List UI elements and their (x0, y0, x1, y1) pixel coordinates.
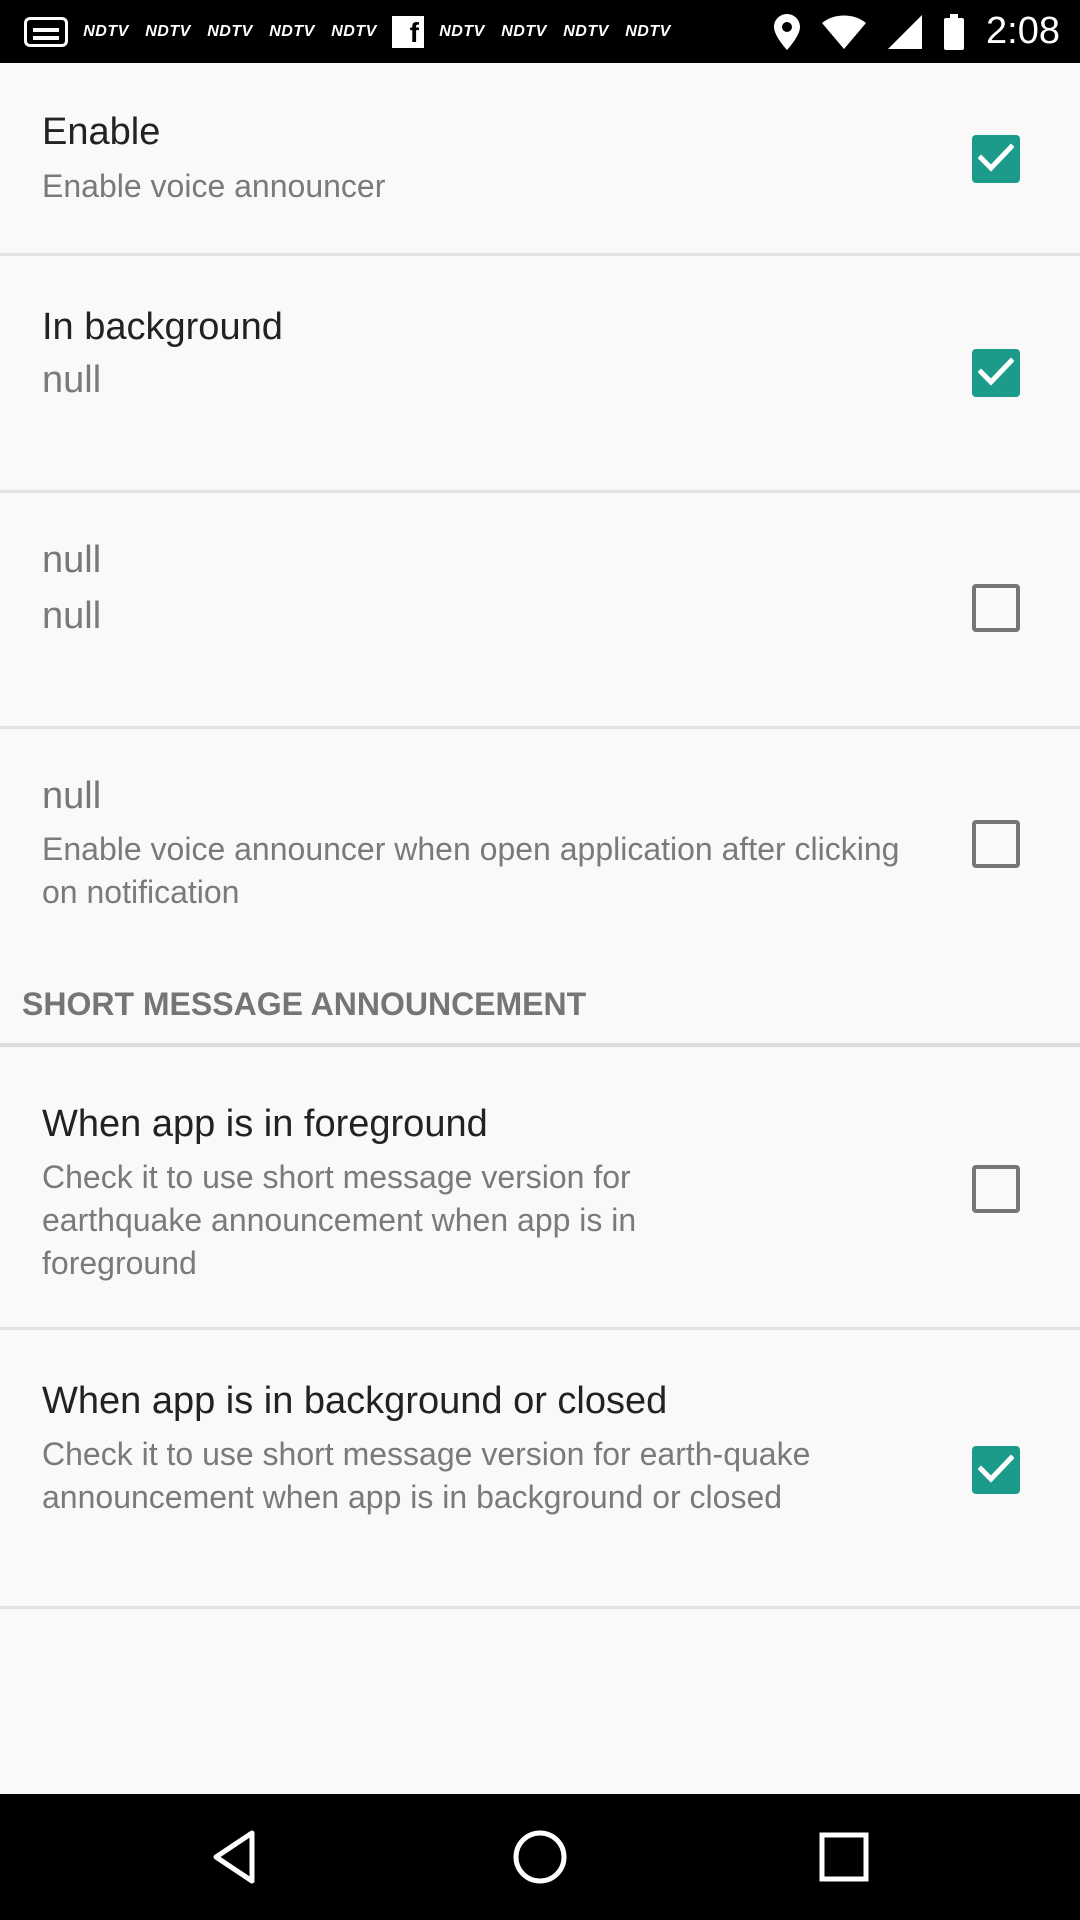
home-icon[interactable] (510, 1827, 570, 1887)
ndtv-notification-icon: NDTV (269, 22, 315, 40)
clock: 2:08 (986, 10, 1060, 52)
preference-summary: Check it to use short message version fo… (42, 1159, 637, 1281)
ndtv-notification-icon: NDTV (501, 22, 547, 40)
ndtv-notification-icon: NDTV (625, 22, 671, 40)
ndtv-notification-icon: NDTV (331, 22, 377, 40)
preference-summary: Check it to use short message version fo… (42, 1436, 811, 1515)
recents-icon[interactable] (814, 1827, 874, 1887)
in-background-checkbox[interactable] (972, 349, 1020, 397)
checkmark-icon (978, 357, 1014, 386)
background-or-closed-checkbox[interactable] (972, 1446, 1020, 1494)
preference-summary: null (42, 359, 102, 401)
message-icon (24, 16, 68, 47)
notification-area: NDTV NDTV NDTV NDTV NDTV f NDTV NDTV NDT… (24, 0, 672, 63)
system-icons: 2:08 (774, 0, 1060, 63)
ndtv-notification-icon: NDTV (563, 22, 609, 40)
wifi-icon (822, 15, 867, 49)
null-checkbox[interactable] (972, 584, 1020, 632)
ndtv-notification-icon: NDTV (145, 22, 191, 40)
ndtv-notification-icon: NDTV (439, 22, 485, 40)
preference-title: When app is in background or closed (42, 1380, 668, 1422)
location-icon (774, 13, 801, 50)
checkmark-icon (978, 143, 1014, 172)
preference-row-in-background[interactable]: In background null (0, 256, 1080, 493)
status-bar: NDTV NDTV NDTV NDTV NDTV f NDTV NDTV NDT… (0, 0, 1080, 63)
preference-row-background-or-closed[interactable]: When app is in background or closed Chec… (0, 1330, 1080, 1609)
notification-open-checkbox[interactable] (972, 820, 1020, 868)
preference-title: In background (42, 306, 283, 348)
preference-title: When app is in foreground (42, 1103, 488, 1145)
foreground-checkbox[interactable] (972, 1165, 1020, 1213)
facebook-icon: f (392, 15, 424, 48)
ndtv-notification-icon: NDTV (83, 22, 129, 40)
battery-icon (944, 13, 965, 50)
preference-row-foreground[interactable]: When app is in foreground Check it to us… (0, 1047, 1080, 1330)
preference-row-open-from-notification[interactable]: null Enable voice announcer when open ap… (0, 729, 1080, 966)
preference-summary: Enable voice announcer when open applica… (42, 831, 900, 910)
signal-icon (888, 14, 923, 49)
preference-row-null[interactable]: null null (0, 493, 1080, 729)
preference-summary: Enable voice announcer (42, 168, 386, 204)
preference-row-enable[interactable]: Enable Enable voice announcer (0, 63, 1080, 256)
enable-checkbox[interactable] (972, 135, 1020, 183)
back-icon[interactable] (206, 1827, 266, 1887)
preference-title: null (42, 775, 102, 817)
preference-summary: null (42, 595, 102, 637)
preference-title: null (42, 539, 102, 581)
preference-title: Enable (42, 111, 161, 153)
checkmark-icon (978, 1454, 1014, 1483)
navigation-bar (0, 1794, 1080, 1920)
ndtv-notification-icon: NDTV (207, 22, 253, 40)
section-header: SHORT MESSAGE ANNOUNCEMENT (22, 986, 587, 1022)
